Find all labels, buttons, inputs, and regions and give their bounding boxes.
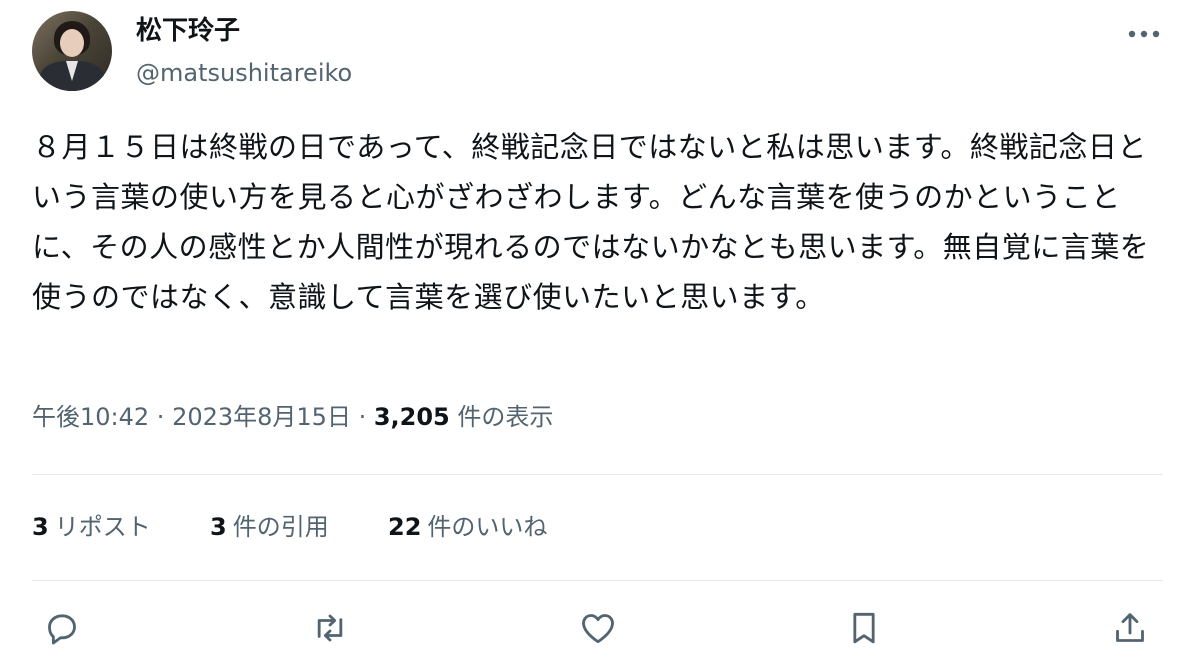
tweet-meta: 午後10:42 · 2023年8月15日 · 3,205 件の表示 <box>32 400 553 434</box>
share-button[interactable] <box>1108 606 1152 650</box>
repost-icon <box>317 614 343 642</box>
quotes-label: 件の引用 <box>232 513 329 541</box>
reply-button[interactable] <box>40 606 84 650</box>
tweet-card: 松下玲子 @matsushitareiko ８月１５日は終戦の日であって、終戦記… <box>0 0 1194 670</box>
meta-separator: · <box>350 403 374 431</box>
views-count: 3,205 <box>373 403 450 431</box>
likes-stat[interactable]: 22 件のいいね <box>388 510 547 544</box>
likes-count: 22 <box>388 513 422 541</box>
username[interactable]: @matsushitareiko <box>136 57 352 89</box>
avatar-face <box>60 29 84 57</box>
more-options-button[interactable] <box>1124 20 1164 48</box>
display-name[interactable]: 松下玲子 <box>136 14 240 48</box>
views-label: 件の表示 <box>449 403 554 431</box>
bookmark-button[interactable] <box>842 606 886 650</box>
avatar[interactable] <box>32 11 112 91</box>
reposts-stat[interactable]: 3 リポスト <box>32 510 151 544</box>
tweet-date[interactable]: 2023年8月15日 <box>172 403 351 431</box>
more-horizontal-icon <box>1128 30 1160 38</box>
meta-separator: · <box>149 403 173 431</box>
quotes-stat[interactable]: 3 件の引用 <box>210 510 329 544</box>
tweet-text: ８月１５日は終戦の日であって、終戦記念日ではないと私は思います。終戦記念日という… <box>32 130 1150 314</box>
reply-icon <box>48 614 76 645</box>
quotes-count: 3 <box>210 513 227 541</box>
like-button[interactable] <box>576 606 620 650</box>
bookmark-icon <box>853 612 875 644</box>
share-icon <box>1116 613 1144 642</box>
divider <box>32 474 1163 475</box>
divider <box>32 580 1163 581</box>
repost-button[interactable] <box>308 606 352 650</box>
likes-label: 件のいいね <box>427 513 548 541</box>
reposts-label: リポスト <box>54 513 151 541</box>
reposts-count: 3 <box>32 513 49 541</box>
heart-icon <box>582 614 614 644</box>
tweet-time[interactable]: 午後10:42 <box>32 403 149 431</box>
